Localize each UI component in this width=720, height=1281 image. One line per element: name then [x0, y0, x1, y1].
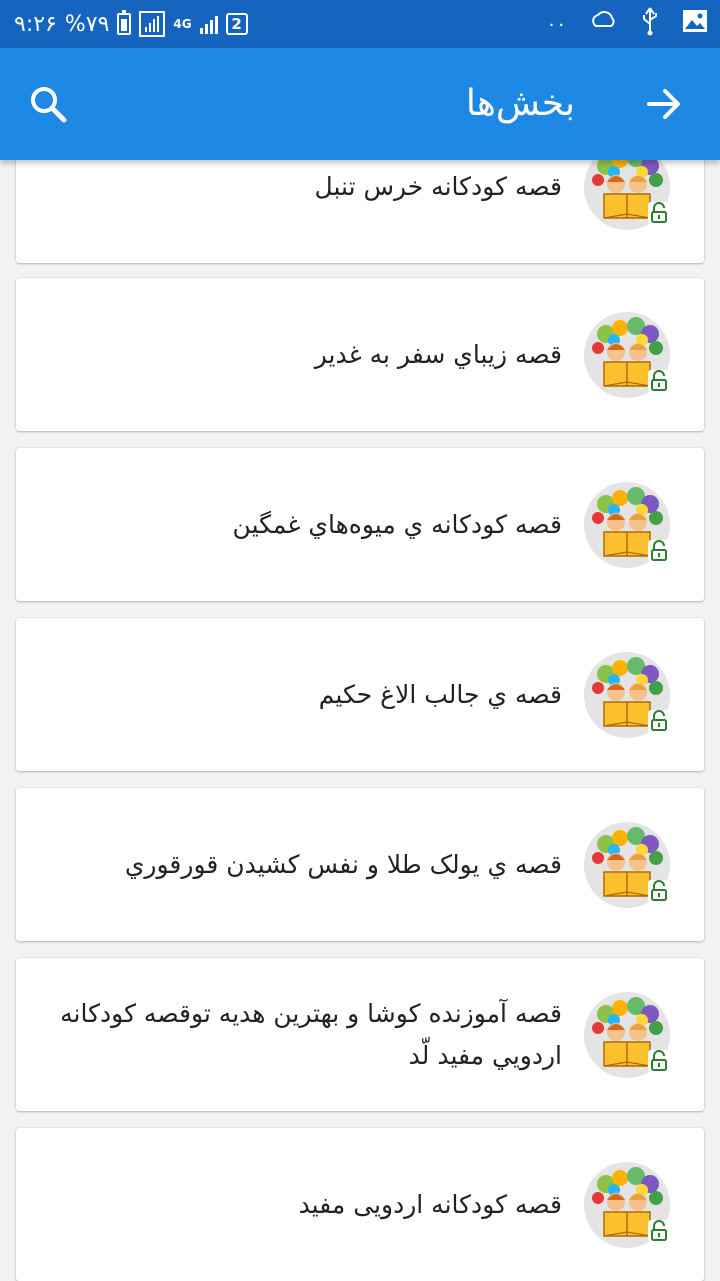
battery-icon — [117, 10, 132, 35]
story-title: قصه زيباي سفر به غدير — [314, 339, 562, 369]
usb-icon — [640, 6, 660, 42]
weather-icon — [588, 8, 618, 40]
unlock-icon — [648, 540, 670, 562]
unlock-icon — [648, 880, 670, 902]
story-card[interactable]: قصه ي جالب الاغ حکيم — [16, 618, 704, 771]
signal-bars-icon — [199, 14, 218, 34]
story-card[interactable]: قصه آموزنده کوشا و بهترين هديه توقصه کود… — [16, 958, 704, 1111]
unlock-icon — [648, 1050, 670, 1072]
signal-icon — [139, 11, 166, 37]
story-card[interactable]: قصه کودکانه اردویی مفید — [16, 1128, 704, 1281]
unlock-icon — [648, 370, 670, 392]
battery-percent: %۷۹ — [64, 11, 110, 37]
story-title: قصه آموزنده کوشا و بهترين هديه توقصه کود… — [60, 998, 562, 1070]
arrow-forward-icon[interactable] — [646, 86, 682, 122]
status-dots: ۰۰ — [546, 13, 566, 35]
unlock-icon — [648, 710, 670, 732]
story-title: قصه ي جالب الاغ حکيم — [318, 679, 562, 709]
story-title: قصه ي يولک طلا و نفس کشيدن قورقوري — [124, 849, 562, 879]
status-left: ۹:۲۶ %۷۹ 4G 2 — [14, 0, 248, 48]
story-card[interactable]: قصه کودکانه ي ميوه‌هاي غمگين — [16, 448, 704, 601]
status-time: ۹:۲۶ — [14, 11, 57, 37]
unlock-icon — [648, 202, 670, 224]
story-title: قصه کودکانه ي ميوه‌هاي غمگين — [232, 509, 562, 539]
story-card[interactable]: قصه ي يولک طلا و نفس کشيدن قورقوري — [16, 788, 704, 941]
story-title: قصه کودکانه اردویی مفید — [298, 1189, 562, 1219]
search-icon[interactable] — [28, 84, 68, 124]
sim-badge: 2 — [225, 13, 248, 35]
unlock-icon — [648, 1220, 670, 1242]
status-bar: ۹:۲۶ %۷۹ 4G 2 ۰۰ — [0, 0, 720, 48]
status-right: ۰۰ — [547, 0, 708, 48]
app-bar: بخش‌ها — [0, 48, 720, 160]
network-type: 4G — [173, 17, 192, 31]
page-title: بخش‌ها — [465, 83, 575, 124]
story-card[interactable]: قصه زيباي سفر به غدير — [16, 278, 704, 431]
image-icon — [682, 9, 708, 39]
